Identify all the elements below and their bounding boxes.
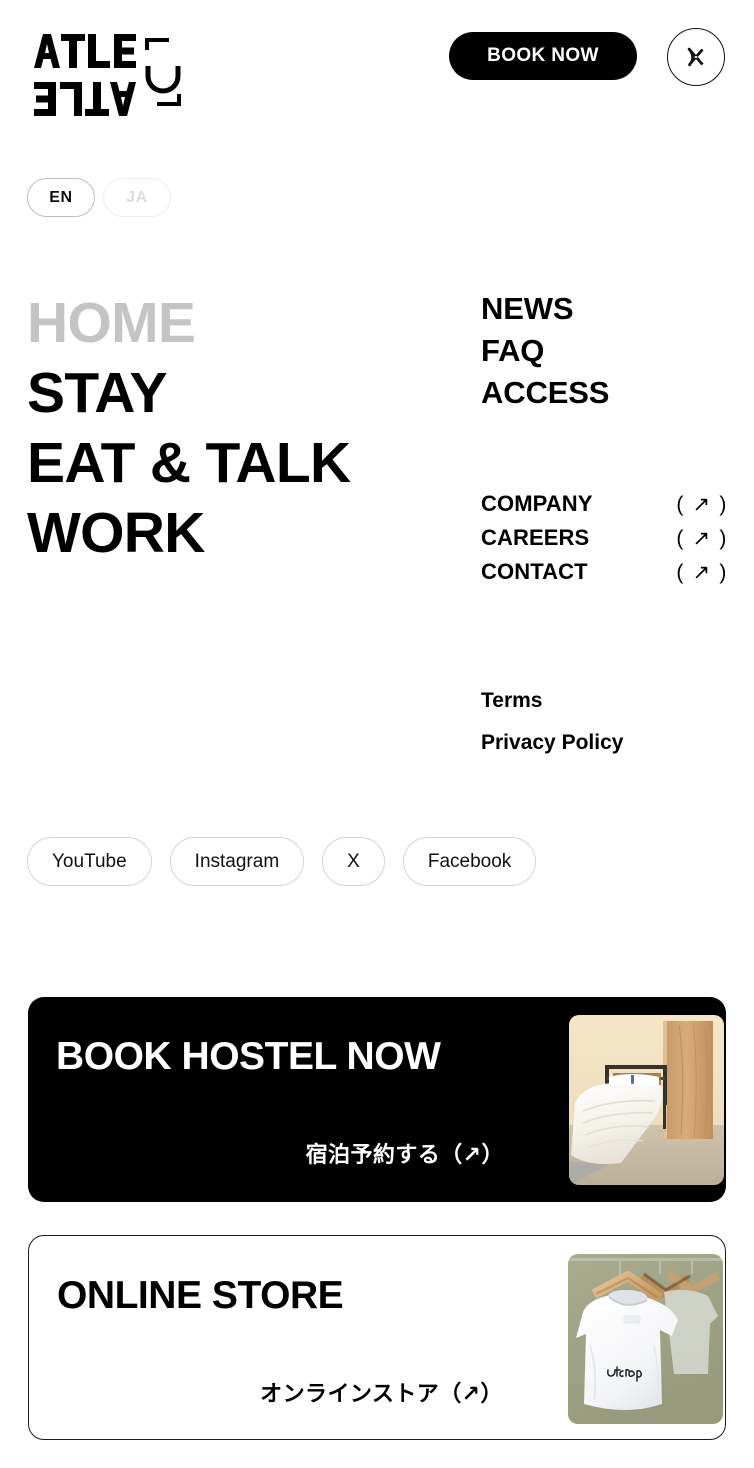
site-header: BOOK NOW <box>0 0 754 130</box>
promo-card-online-store-cta: オンラインストア（↗） <box>260 1381 503 1406</box>
social-link-facebook[interactable]: Facebook <box>402 837 537 886</box>
hostel-bedroom-image <box>569 1015 724 1185</box>
book-now-label: BOOK NOW <box>487 45 599 66</box>
tshirt-hangers-image <box>568 1254 723 1424</box>
nav-item-access[interactable]: ACCESS <box>481 372 731 414</box>
language-option-en-label: EN <box>49 188 73 206</box>
language-option-en[interactable]: EN <box>27 178 95 217</box>
book-now-button[interactable]: BOOK NOW <box>449 32 637 80</box>
close-icon <box>687 47 704 67</box>
nav-item-home[interactable]: HOME <box>27 288 457 358</box>
nav-item-careers[interactable]: CAREERS ( ↗ ) <box>481 521 728 555</box>
nav-item-privacy-policy[interactable]: Privacy Policy <box>481 722 731 764</box>
legal-navigation: Terms Privacy Policy <box>481 680 731 764</box>
social-link-x[interactable]: X <box>322 837 385 886</box>
site-logo[interactable] <box>28 28 188 116</box>
social-link-youtube[interactable]: YouTube <box>27 837 152 886</box>
external-links-navigation: COMPANY ( ↗ ) CAREERS ( ↗ ) CONTACT ( ↗ … <box>481 487 728 589</box>
external-link-arrow-icon: ( ↗ ) <box>676 526 728 550</box>
nav-item-company-label: COMPANY <box>481 491 593 516</box>
social-links: YouTube Instagram X Facebook <box>27 837 537 886</box>
nav-item-eat-and-talk[interactable]: EAT & TALK <box>27 428 457 498</box>
external-link-arrow-icon: ( ↗ ) <box>676 492 728 516</box>
promo-card-book-hostel-cta: 宿泊予約する（↗） <box>305 1142 504 1167</box>
close-menu-button[interactable] <box>667 28 725 86</box>
nav-item-careers-label: CAREERS <box>481 525 590 550</box>
promo-card-book-hostel[interactable]: BOOK HOSTEL NOW 宿泊予約する（↗） <box>28 997 726 1202</box>
language-option-ja-label: JA <box>126 188 148 206</box>
promo-card-online-store-title: ONLINE STORE <box>57 1274 344 1317</box>
primary-navigation: HOME STAY EAT & TALK WORK <box>27 288 457 568</box>
language-toggle: EN JA <box>27 178 171 217</box>
nav-item-stay[interactable]: STAY <box>27 358 457 428</box>
secondary-navigation: NEWS FAQ ACCESS <box>481 288 731 414</box>
atle-logo-mark <box>34 34 181 116</box>
language-option-ja[interactable]: JA <box>103 178 171 217</box>
promo-card-online-store[interactable]: ONLINE STORE オンラインストア（↗） <box>28 1235 726 1440</box>
external-link-arrow-icon: ( ↗ ) <box>676 560 728 584</box>
nav-item-terms[interactable]: Terms <box>481 680 731 722</box>
nav-item-work[interactable]: WORK <box>27 498 457 568</box>
nav-item-company[interactable]: COMPANY ( ↗ ) <box>481 487 728 521</box>
nav-item-contact[interactable]: CONTACT ( ↗ ) <box>481 555 728 589</box>
nav-item-news[interactable]: NEWS <box>481 288 731 330</box>
nav-item-faq[interactable]: FAQ <box>481 330 731 372</box>
promo-card-book-hostel-title: BOOK HOSTEL NOW <box>56 1035 441 1078</box>
menu-overlay-page: BOOK NOW EN JA HOME STAY EAT & TALK WORK… <box>0 0 754 1468</box>
nav-item-contact-label: CONTACT <box>481 559 588 584</box>
social-link-instagram[interactable]: Instagram <box>169 837 305 886</box>
